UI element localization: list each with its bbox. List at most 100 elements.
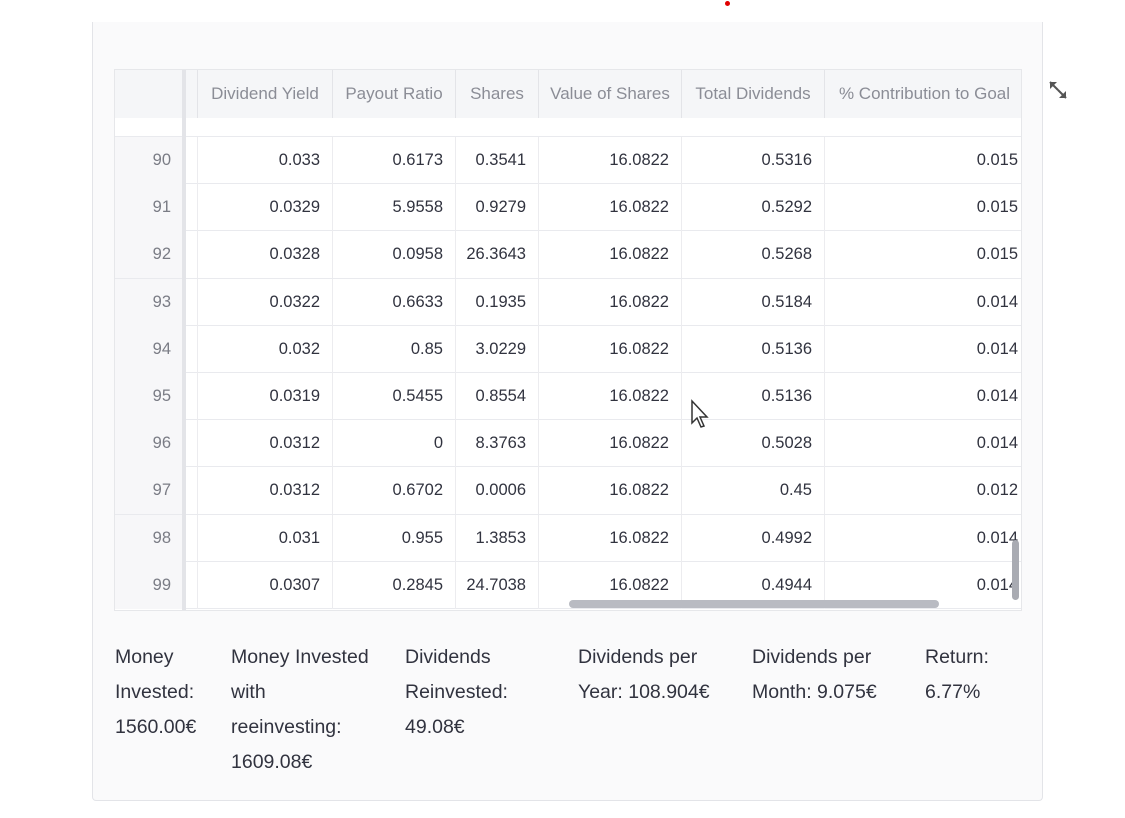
cell-dividend-yield[interactable]: 0.0329 xyxy=(197,184,332,232)
summary-stats: Money Invested: 1560.00€ Money Invested … xyxy=(115,640,1015,780)
stat-value: 49.08€ xyxy=(405,716,465,738)
cell-dividend-yield[interactable]: 0.033 xyxy=(197,137,332,184)
cell-contribution-to-goal[interactable]: 0.014 xyxy=(824,514,1021,562)
stat-line: with xyxy=(231,681,266,703)
cell-dividend-yield[interactable]: 0.0328 xyxy=(197,231,332,279)
cell-shares[interactable]: 0.8554 xyxy=(455,372,538,420)
stat-line: Dividends xyxy=(405,646,491,668)
cell-dividend-yield[interactable]: 0.0312 xyxy=(197,420,332,468)
cell-contribution-to-goal[interactable]: 0.015 xyxy=(824,184,1021,232)
cell-dividend-yield[interactable]: 0.0307 xyxy=(197,561,332,609)
stat-value: 1609.08€ xyxy=(231,751,313,773)
cell-total-dividends[interactable]: 0.5292 xyxy=(681,184,824,232)
cell-payout-ratio[interactable]: 0.2845 xyxy=(332,561,455,609)
table-row[interactable]: 91 0.0329 5.9558 0.9279 16.0822 0.5292 0.015 xyxy=(115,184,1021,232)
row-index: 93 xyxy=(115,278,183,326)
expand-icon xyxy=(1049,81,1067,99)
cell-payout-ratio[interactable]: 5.9558 xyxy=(332,184,455,232)
header-contribution-to-goal[interactable]: % Contribution to Goal xyxy=(824,70,1021,118)
table-row[interactable]: 96 0.0312 0 8.3763 16.0822 0.5028 0.014 xyxy=(115,420,1021,468)
cell-value-of-shares[interactable]: 16.0822 xyxy=(538,420,681,468)
cell-payout-ratio[interactable]: 0.0958 xyxy=(332,231,455,279)
cell-value-of-shares[interactable]: 16.0822 xyxy=(538,184,681,232)
table-row[interactable]: 90 0.033 0.6173 0.3541 16.0822 0.5316 0.015 xyxy=(115,137,1021,185)
cell-contribution-to-goal[interactable]: 0.014 xyxy=(824,420,1021,468)
cell-total-dividends[interactable]: 0.5268 xyxy=(681,231,824,279)
cell-shares[interactable]: 0.9279 xyxy=(455,184,538,232)
stat-line: Return: xyxy=(925,646,989,668)
cell-shares[interactable]: 0.0006 xyxy=(455,467,538,515)
row-index: 98 xyxy=(115,514,183,562)
cell-payout-ratio[interactable]: 0.6633 xyxy=(332,278,455,326)
cell-total-dividends[interactable]: 0.4992 xyxy=(681,514,824,562)
row-index: 92 xyxy=(115,231,183,279)
cell-payout-ratio[interactable]: 0.6702 xyxy=(332,467,455,515)
cell-dividend-yield[interactable]: 0.0312 xyxy=(197,467,332,515)
cell-shares[interactable]: 24.7038 xyxy=(455,561,538,609)
cell-shares[interactable]: 8.3763 xyxy=(455,420,538,468)
header-value-of-shares[interactable]: Value of Shares xyxy=(538,70,681,118)
stat-money-invested: Money Invested: 1560.00€ xyxy=(115,640,196,745)
horizontal-scrollbar[interactable] xyxy=(569,600,939,608)
table-header: Dividend Yield Payout Ratio Shares Value… xyxy=(115,70,1021,119)
cell-shares[interactable]: 3.0229 xyxy=(455,325,538,373)
top-bar xyxy=(0,0,1125,22)
cell-shares[interactable]: 1.3853 xyxy=(455,514,538,562)
cell-value-of-shares[interactable]: 16.0822 xyxy=(538,467,681,515)
cell-payout-ratio[interactable]: 0.85 xyxy=(332,325,455,373)
stat-line: Reinvested: xyxy=(405,681,508,703)
table-row[interactable]: 98 0.031 0.955 1.3853 16.0822 0.4992 0.014 xyxy=(115,514,1021,562)
cell-total-dividends[interactable]: 0.5184 xyxy=(681,278,824,326)
cell-value-of-shares[interactable]: 16.0822 xyxy=(538,231,681,279)
stat-money-reinvesting: Money Invested with reeinvesting: 1609.0… xyxy=(231,640,369,780)
header-total-dividends[interactable]: Total Dividends xyxy=(681,70,824,118)
cell-payout-ratio[interactable]: 0.6173 xyxy=(332,137,455,184)
cell-payout-ratio[interactable]: 0 xyxy=(332,420,455,468)
header-shares[interactable]: Shares xyxy=(455,70,538,118)
cell-contribution-to-goal[interactable]: 0.014 xyxy=(824,325,1021,373)
partial-row xyxy=(115,118,1021,137)
cell-payout-ratio[interactable]: 0.955 xyxy=(332,514,455,562)
table-row[interactable]: 94 0.032 0.85 3.0229 16.0822 0.5136 0.014 xyxy=(115,325,1021,373)
cell-shares[interactable]: 26.3643 xyxy=(455,231,538,279)
header-payout-ratio[interactable]: Payout Ratio xyxy=(332,70,455,118)
table-row[interactable]: 93 0.0322 0.6633 0.1935 16.0822 0.5184 0.014 xyxy=(115,278,1021,326)
stat-line: Dividends per xyxy=(578,646,698,668)
row-index: 94 xyxy=(115,325,183,373)
cell-payout-ratio[interactable]: 0.5455 xyxy=(332,372,455,420)
cell-dividend-yield[interactable]: 0.0322 xyxy=(197,278,332,326)
cell-contribution-to-goal[interactable]: 0.012 xyxy=(824,467,1021,515)
vertical-scrollbar[interactable] xyxy=(1012,540,1019,600)
stat-dividends-per-year: Dividends per Year: 108.904€ xyxy=(578,640,710,710)
table-row[interactable]: 97 0.0312 0.6702 0.0006 16.0822 0.45 0.012 xyxy=(115,467,1021,515)
header-dividend-yield[interactable]: Dividend Yield xyxy=(197,70,332,118)
cell-dividend-yield[interactable]: 0.031 xyxy=(197,514,332,562)
mouse-pointer-icon xyxy=(691,399,709,428)
cell-value-of-shares[interactable]: 16.0822 xyxy=(538,325,681,373)
cell-shares[interactable]: 0.3541 xyxy=(455,137,538,184)
cell-total-dividends[interactable]: 0.45 xyxy=(681,467,824,515)
stat-line: reeinvesting: xyxy=(231,716,342,738)
cell-value-of-shares[interactable]: 16.0822 xyxy=(538,278,681,326)
table-body: 90 0.033 0.6173 0.3541 16.0822 0.5316 0.015 91 0… xyxy=(115,137,1021,609)
fullscreen-button[interactable] xyxy=(1044,76,1072,104)
cell-contribution-to-goal[interactable]: 0.015 xyxy=(824,231,1021,279)
stat-value: 1560.00€ xyxy=(115,716,197,738)
cell-value-of-shares[interactable]: 16.0822 xyxy=(538,372,681,420)
cell-dividend-yield[interactable]: 0.0319 xyxy=(197,372,332,420)
cell-total-dividends[interactable]: 0.5316 xyxy=(681,137,824,184)
table-row[interactable]: 95 0.0319 0.5455 0.8554 16.0822 0.5136 0.014 xyxy=(115,372,1021,421)
cell-shares[interactable]: 0.1935 xyxy=(455,278,538,326)
row-index: 90 xyxy=(115,137,183,184)
table-row[interactable]: 92 0.0328 0.0958 26.3643 16.0822 0.5268 0.015 xyxy=(115,231,1021,279)
cell-total-dividends[interactable]: 0.5136 xyxy=(681,325,824,373)
data-table[interactable]: Dividend Yield Payout Ratio Shares Value… xyxy=(114,69,1022,611)
cell-value-of-shares[interactable]: 16.0822 xyxy=(538,137,681,184)
row-index: 91 xyxy=(115,184,183,232)
cell-dividend-yield[interactable]: 0.032 xyxy=(197,325,332,373)
stat-value: 6.77% xyxy=(925,681,981,703)
cell-contribution-to-goal[interactable]: 0.014 xyxy=(824,372,1021,420)
cell-contribution-to-goal[interactable]: 0.015 xyxy=(824,137,1021,184)
cell-value-of-shares[interactable]: 16.0822 xyxy=(538,514,681,562)
cell-contribution-to-goal[interactable]: 0.014 xyxy=(824,278,1021,326)
